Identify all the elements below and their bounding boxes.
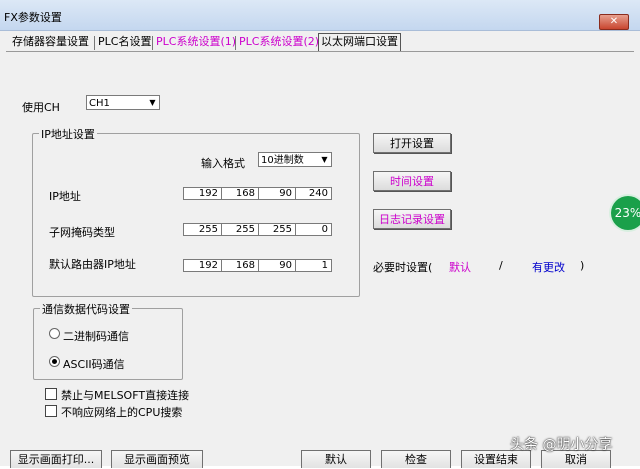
binary-radio[interactable] <box>49 328 60 339</box>
ip-octet[interactable]: 192 <box>184 188 221 199</box>
required-default: 默认 <box>449 261 471 274</box>
channel-label: 使用CH <box>22 101 60 114</box>
ip-address-field[interactable]: 192 168 90 240 <box>183 187 332 200</box>
log-settings-button[interactable]: 日志记录设置 <box>373 209 451 229</box>
input-format-label: 输入格式 <box>201 157 245 170</box>
chevron-down-icon: ▼ <box>321 155 328 164</box>
gateway-label: 默认路由器IP地址 <box>49 258 136 271</box>
required-slash: / <box>499 259 503 272</box>
ip-address-label: IP地址 <box>49 190 81 203</box>
open-settings-button[interactable]: 打开设置 <box>373 133 451 153</box>
print-button[interactable]: 显示画面打印... <box>10 450 102 468</box>
ip-octet[interactable]: 168 <box>221 188 258 199</box>
fx-params-window: FX参数设置 ✕ 存储器容量设置 PLC名设置 PLC系统设置(1) PLC系统… <box>0 0 640 468</box>
progress-badge: 23% <box>611 196 640 230</box>
tab-divider <box>152 36 153 50</box>
ip-octet[interactable]: 90 <box>258 188 295 199</box>
gateway-octet[interactable]: 192 <box>184 260 221 271</box>
subnet-octet[interactable]: 0 <box>295 224 331 235</box>
binary-label: 二进制码通信 <box>63 330 129 343</box>
default-button[interactable]: 默认 <box>301 450 371 468</box>
forbid-melsoft-checkbox[interactable] <box>45 388 57 400</box>
tab-plc-system-1[interactable]: PLC系统设置(1) <box>154 34 238 50</box>
tab-divider <box>235 36 236 50</box>
window-title: FX参数设置 <box>4 11 62 24</box>
ascii-label: ASCII码通信 <box>63 358 125 371</box>
forbid-melsoft-label: 禁止与MELSOFT直接连接 <box>61 389 190 402</box>
no-cpu-search-label: 不响应网络上的CPU搜索 <box>61 406 183 419</box>
input-format-select[interactable]: 10进制数 ▼ <box>258 152 332 167</box>
subnet-mask-label: 子网掩码类型 <box>49 226 115 239</box>
channel-value: CH1 <box>89 98 110 109</box>
no-cpu-search-checkbox[interactable] <box>45 405 57 417</box>
gateway-octet[interactable]: 168 <box>221 260 258 271</box>
required-label: 必要时设置( <box>373 261 433 274</box>
subnet-octet[interactable]: 255 <box>184 224 221 235</box>
subnet-mask-field[interactable]: 255 255 255 0 <box>183 223 332 236</box>
input-format-value: 10进制数 <box>261 155 304 166</box>
subnet-octet[interactable]: 255 <box>258 224 295 235</box>
preview-button[interactable]: 显示画面预览 <box>111 450 203 468</box>
subnet-octet[interactable]: 255 <box>221 224 258 235</box>
channel-select[interactable]: CH1 ▼ <box>86 95 160 110</box>
gateway-octet[interactable]: 90 <box>258 260 295 271</box>
ip-group-title: IP地址设置 <box>39 126 97 142</box>
ip-octet[interactable]: 240 <box>295 188 331 199</box>
tab-ethernet-port[interactable]: 以太网端口设置 <box>318 33 401 51</box>
gateway-octet[interactable]: 1 <box>295 260 331 271</box>
time-settings-button[interactable]: 时间设置 <box>373 171 451 191</box>
ascii-radio[interactable] <box>49 356 60 367</box>
title-bar: FX参数设置 ✕ <box>0 0 640 31</box>
gateway-field[interactable]: 192 168 90 1 <box>183 259 332 272</box>
watermark: 头条 @明小分享 <box>510 437 613 453</box>
check-button[interactable]: 检查 <box>381 450 451 468</box>
required-changed: 有更改 <box>532 261 565 274</box>
tab-plc-name[interactable]: PLC名设置 <box>96 34 153 50</box>
code-group-title: 通信数据代码设置 <box>40 301 132 317</box>
required-close: ) <box>580 259 585 272</box>
tab-plc-system-2[interactable]: PLC系统设置(2) <box>237 34 321 50</box>
tab-divider <box>94 36 95 50</box>
chevron-down-icon: ▼ <box>149 98 156 107</box>
close-button[interactable]: ✕ <box>599 14 629 30</box>
tab-memory-capacity[interactable]: 存储器容量设置 <box>10 34 91 50</box>
